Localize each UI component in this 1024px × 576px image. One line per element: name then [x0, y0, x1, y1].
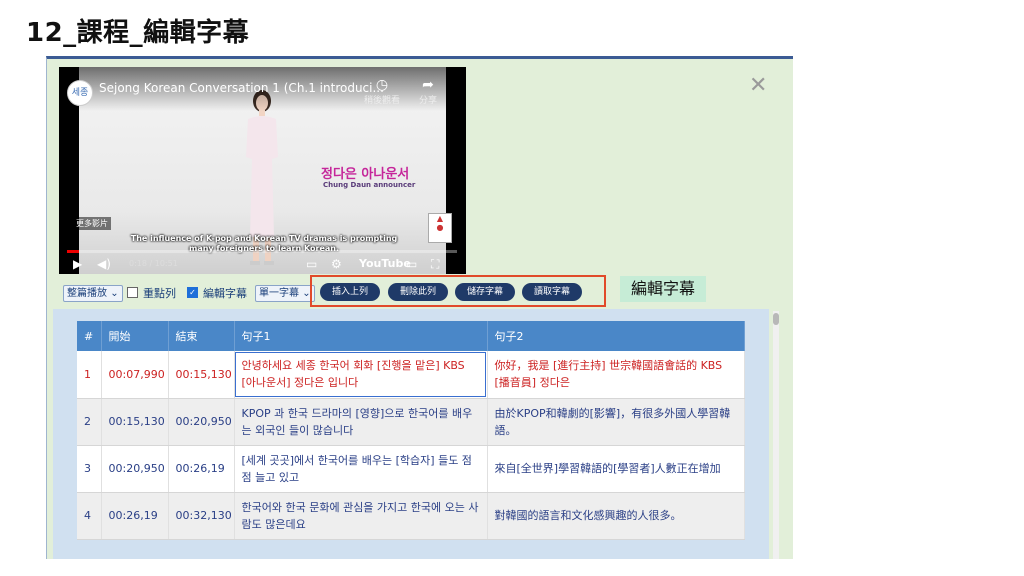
edit-actions-highlight: 插入上列 刪除此列 儲存字幕 讀取字幕	[310, 275, 606, 307]
close-icon[interactable]: ✕	[749, 73, 767, 98]
vertical-scrollbar[interactable]	[773, 311, 779, 559]
share-icon: ➦	[422, 77, 434, 93]
save-subtitle-button[interactable]: 儲存字幕	[455, 283, 515, 301]
sentence2-cell[interactable]: 由於KPOP和韓劇的[影響]，有很多外國人學習韓語。	[487, 398, 745, 446]
end-time[interactable]: 00:26,19	[168, 445, 235, 493]
video-player[interactable]: 정다은 아나운서 Chung Daun announcer 세종 Sejong …	[59, 67, 466, 274]
play-icon[interactable]: ▶	[73, 257, 82, 271]
channel-logo[interactable]: 세종	[67, 80, 93, 106]
end-time[interactable]: 00:20,950	[168, 398, 235, 446]
youtube-logo[interactable]: YouTube	[359, 257, 411, 270]
more-videos-button[interactable]: 更多影片	[73, 217, 111, 230]
edit-subtitle-label: 編輯字幕	[203, 287, 247, 300]
row-number: 4	[77, 492, 102, 540]
app-screen: ✕ 정다은 아나운서 Chung Daun announcer 세종 Sejon…	[46, 56, 793, 559]
insert-row-button[interactable]: 插入上列	[320, 283, 380, 301]
sentence2-cell[interactable]: 對韓國的語言和文化感興趣的人很多。	[487, 492, 745, 540]
repeat-checkbox[interactable]	[127, 287, 138, 298]
table-header: # 開始 結束 句子1 句子2	[77, 321, 745, 351]
volume-icon[interactable]: ◀︎)	[97, 257, 111, 271]
start-time[interactable]: 00:15,130	[101, 398, 169, 446]
chevron-down-icon: ⌄	[110, 288, 119, 299]
progress-bar[interactable]	[67, 250, 457, 253]
table-row[interactable]: 2 00:15,130 00:20,950 KPOP 과 한국 드라마의 [영향…	[77, 398, 745, 446]
load-subtitle-button[interactable]: 讀取字幕	[522, 283, 582, 301]
col-header-sentence2: 句子2	[487, 321, 745, 351]
sentence1-cell[interactable]: KPOP 과 한국 드라마의 [영향]으로 한국어를 배우는 외국인 들이 많습…	[234, 398, 488, 446]
end-time[interactable]: 00:15,130	[168, 351, 235, 399]
start-time[interactable]: 00:20,950	[101, 445, 169, 493]
start-time[interactable]: 00:26,19	[101, 492, 169, 540]
row-number: 1	[77, 351, 102, 399]
row-number: 3	[77, 445, 102, 493]
clock-icon: ◷	[375, 77, 389, 93]
table-row[interactable]: 4 00:26,19 00:32,130 한국어와 한국 문화에 관심을 가지고…	[77, 492, 745, 540]
subtitle-table-container: # 開始 結束 句子1 句子2 1 00:07,990 00:15,130 안녕…	[53, 309, 769, 559]
col-header-sentence1: 句子1	[234, 321, 488, 351]
settings-gear-icon[interactable]: ⚙	[331, 257, 342, 271]
col-header-end: 結束	[168, 321, 235, 351]
scrollbar-thumb[interactable]	[773, 313, 779, 325]
captions-icon[interactable]: ▭	[306, 257, 317, 271]
anchor-subtitle: Chung Daun announcer	[323, 181, 416, 189]
watch-later-button[interactable]: ◷ 稍後觀看	[364, 77, 400, 106]
repeat-label: 重點列	[143, 287, 176, 300]
sentence1-editor[interactable]: 안녕하세요 세종 한국어 회화 [진행을 맡은] KBS [아나운서] 정다은 …	[234, 351, 488, 399]
sentence1-cell[interactable]: 한국어와 한국 문화에 관심을 가지고 한국에 오는 사람도 많은데요	[234, 492, 488, 540]
col-header-start: 開始	[101, 321, 169, 351]
subtitle-table: # 開始 結束 句子1 句子2 1 00:07,990 00:15,130 안녕…	[77, 321, 745, 540]
video-title[interactable]: Sejong Korean Conversation 1 (Ch.1 intro…	[99, 81, 384, 95]
share-button[interactable]: ➦ 分享	[419, 77, 437, 106]
col-header-num: #	[77, 321, 102, 351]
sentence2-cell[interactable]: 你好，我是 [進行主持] 世宗韓國語會話的 KBS [播音員] 정다은	[487, 351, 745, 399]
sentence1-cell[interactable]: [세계 곳곳]에서 한국어를 배우는 [학습자] 들도 점점 늘고 있고	[234, 445, 488, 493]
end-time[interactable]: 00:32,130	[168, 492, 235, 540]
table-row[interactable]: 3 00:20,950 00:26,19 [세계 곳곳]에서 한국어를 배우는 …	[77, 445, 745, 493]
subtitle-mode-select[interactable]: 單一字幕 ⌄	[255, 285, 315, 302]
start-time[interactable]: 00:07,990	[101, 351, 169, 399]
delete-row-button[interactable]: 刪除此列	[388, 283, 448, 301]
anchor-name: 정다은 아나운서	[321, 167, 410, 182]
row-number: 2	[77, 398, 102, 446]
play-mode-select[interactable]: 整篇播放 ⌄	[63, 285, 123, 302]
fullscreen-icon[interactable]: ⛶	[431, 257, 439, 272]
channel-watermark: ▲ ●	[428, 213, 452, 243]
edit-subtitle-callout: 編輯字幕	[620, 276, 706, 302]
cast-icon[interactable]: ▭	[406, 257, 417, 271]
sentence2-cell[interactable]: 來自[全世界]學習韓語的[學習者]人數正在增加	[487, 445, 745, 493]
table-row[interactable]: 1 00:07,990 00:15,130 안녕하세요 세종 한국어 회화 [진…	[77, 351, 745, 399]
slide-title: 12_課程_編輯字幕	[26, 18, 250, 48]
progress-fill	[67, 250, 79, 253]
edit-subtitle-checkbox[interactable]: ✓	[187, 287, 198, 298]
video-time: 0:18 / 10:51	[129, 259, 178, 268]
